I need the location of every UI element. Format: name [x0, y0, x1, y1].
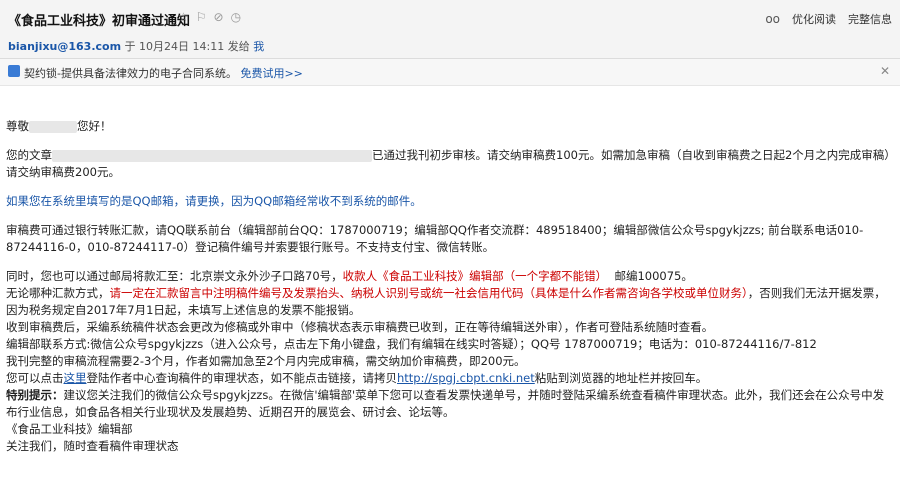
here-link[interactable]: 这里	[64, 371, 87, 385]
paragraph-tip: 特别提示：建议您关注我们的微信公众号spgykjzzs。在微信'编辑部'菜单下您…	[6, 387, 894, 421]
right-tools: oo 优化阅读 完整信息	[765, 11, 892, 27]
redacted-title	[52, 149, 372, 162]
paragraph-contact: 编辑部联系方式:微信公众号spgykjzzs（进入公众号，点击左下角小键盘，我们…	[6, 337, 817, 351]
paragraph-process: 我刊完整的审稿流程需要2-3个月，作者如需加急至2个月内完成审稿，需交纳加价审稿…	[6, 354, 526, 368]
p4-postcode: 邮编100075。	[614, 269, 693, 283]
date-prefix: 于	[124, 40, 136, 53]
greeting: 尊敬 您好！	[6, 118, 894, 135]
ad-banner: 契约锁-提供具备法律效力的电子合同系统。 免费试用>> ✕	[0, 59, 900, 86]
glasses-icon: oo	[765, 12, 780, 26]
ad-text-line: 契约锁-提供具备法律效力的电子合同系统。 免费试用>>	[24, 65, 303, 81]
p9-middle: 登陆作者中心查询稿件的审理状态，如不能点击链接，请拷贝	[86, 371, 398, 385]
p4-prefix: 同时，您也可以通过邮局将款汇至：北京崇文永外沙子口路70号，	[6, 269, 343, 283]
from-line: bianjixu@163.com 于 10月24日 14:11 发给 我	[8, 38, 264, 54]
optimize-read-link[interactable]: 优化阅读	[792, 11, 836, 27]
paragraph-qq-notice: 如果您在系统里填写的是QQ邮箱，请更换，因为QQ邮箱经常收不到系统的邮件。	[6, 194, 422, 208]
ad-icon	[8, 65, 20, 77]
follow-note: 关注我们，随时查看稿件审理状态	[6, 439, 179, 453]
full-info-link[interactable]: 完整信息	[848, 11, 892, 27]
p4-recipient: 收款人《食品工业科技》编辑部（一个字都不能错）	[342, 269, 608, 283]
p9-suffix: 粘贴到浏览器的地址栏并按回车。	[534, 371, 708, 385]
redacted-name	[29, 120, 77, 133]
clock-icon[interactable]: ◷	[231, 10, 241, 24]
star-icon[interactable]: ☆	[178, 10, 189, 24]
system-url-link[interactable]: http://spgj.cbpt.cnki.net	[397, 371, 535, 385]
greeting-suffix: 您好！	[77, 119, 112, 133]
flag-icon[interactable]: ⚐	[196, 10, 207, 24]
sender-address[interactable]: bianjixu@163.com	[8, 40, 121, 53]
paragraph-postal: 同时，您也可以通过邮局将款汇至：北京崇文永外沙子口路70号，收款人《食品工业科技…	[6, 268, 894, 285]
paragraph-payment: 审稿费可通过银行转账汇款，请QQ联系前台（编辑部前台QQ：1787000719；…	[6, 223, 864, 254]
mail-header: 《食品工业科技》初审通过通知 ☆ ⚐ ⊘ ◷ oo 优化阅读 完整信息 bian…	[0, 0, 900, 59]
paragraph-1: 您的文章 已通过我刊初步审核。请交纳审稿费100元。如需加急审稿（自收到审稿费之日…	[6, 147, 894, 181]
close-icon[interactable]: ✕	[880, 64, 890, 78]
p1-prefix: 您的文章	[6, 148, 52, 162]
greeting-prefix: 尊敬	[6, 119, 29, 133]
header-actions: ☆ ⚐ ⊘ ◷	[178, 10, 241, 24]
p9-prefix: 您可以点击	[6, 371, 64, 385]
ad-text: 契约锁-提供具备法律效力的电子合同系统。	[24, 67, 237, 80]
p5-highlight: 请一定在汇款留言中注明稿件编号及发票抬头、纳税人识别号或统一社会信用代码（具体是…	[109, 286, 748, 300]
sent-date: 10月24日 14:11	[139, 40, 225, 53]
tip-label: 特别提示：	[6, 388, 64, 402]
paragraph-links: 您可以点击这里登陆作者中心查询稿件的审理状态，如不能点击链接，请拷贝http:/…	[6, 370, 894, 387]
send-to-label: 发给	[227, 40, 250, 53]
signature: 《食品工业科技》编辑部	[6, 422, 133, 436]
tip-text: 建议您关注我们的微信公众号spgykjzzs。在微信'编辑部'菜单下您可以查看发…	[6, 388, 885, 419]
recipient[interactable]: 我	[253, 40, 264, 53]
paragraph-invoice: 无论哪种汇款方式，请一定在汇款留言中注明稿件编号及发票抬头、纳税人识别号或统一社…	[6, 285, 894, 319]
mail-body: 尊敬 您好！ 您的文章 已通过我刊初步审核。请交纳审稿费100元。如需加急审稿（自收…	[6, 118, 894, 455]
ad-cta-link[interactable]: 免费试用>>	[240, 67, 302, 80]
delete-icon[interactable]: ⊘	[214, 10, 224, 24]
p5-prefix: 无论哪种汇款方式，	[6, 286, 110, 300]
mail-subject: 《食品工业科技》初审通过通知	[8, 14, 191, 29]
paragraph-status: 收到审稿费后，采编系统稿件状态会更改为修稿或外审中（修稿状态表示审稿费已收到，正…	[6, 320, 714, 334]
